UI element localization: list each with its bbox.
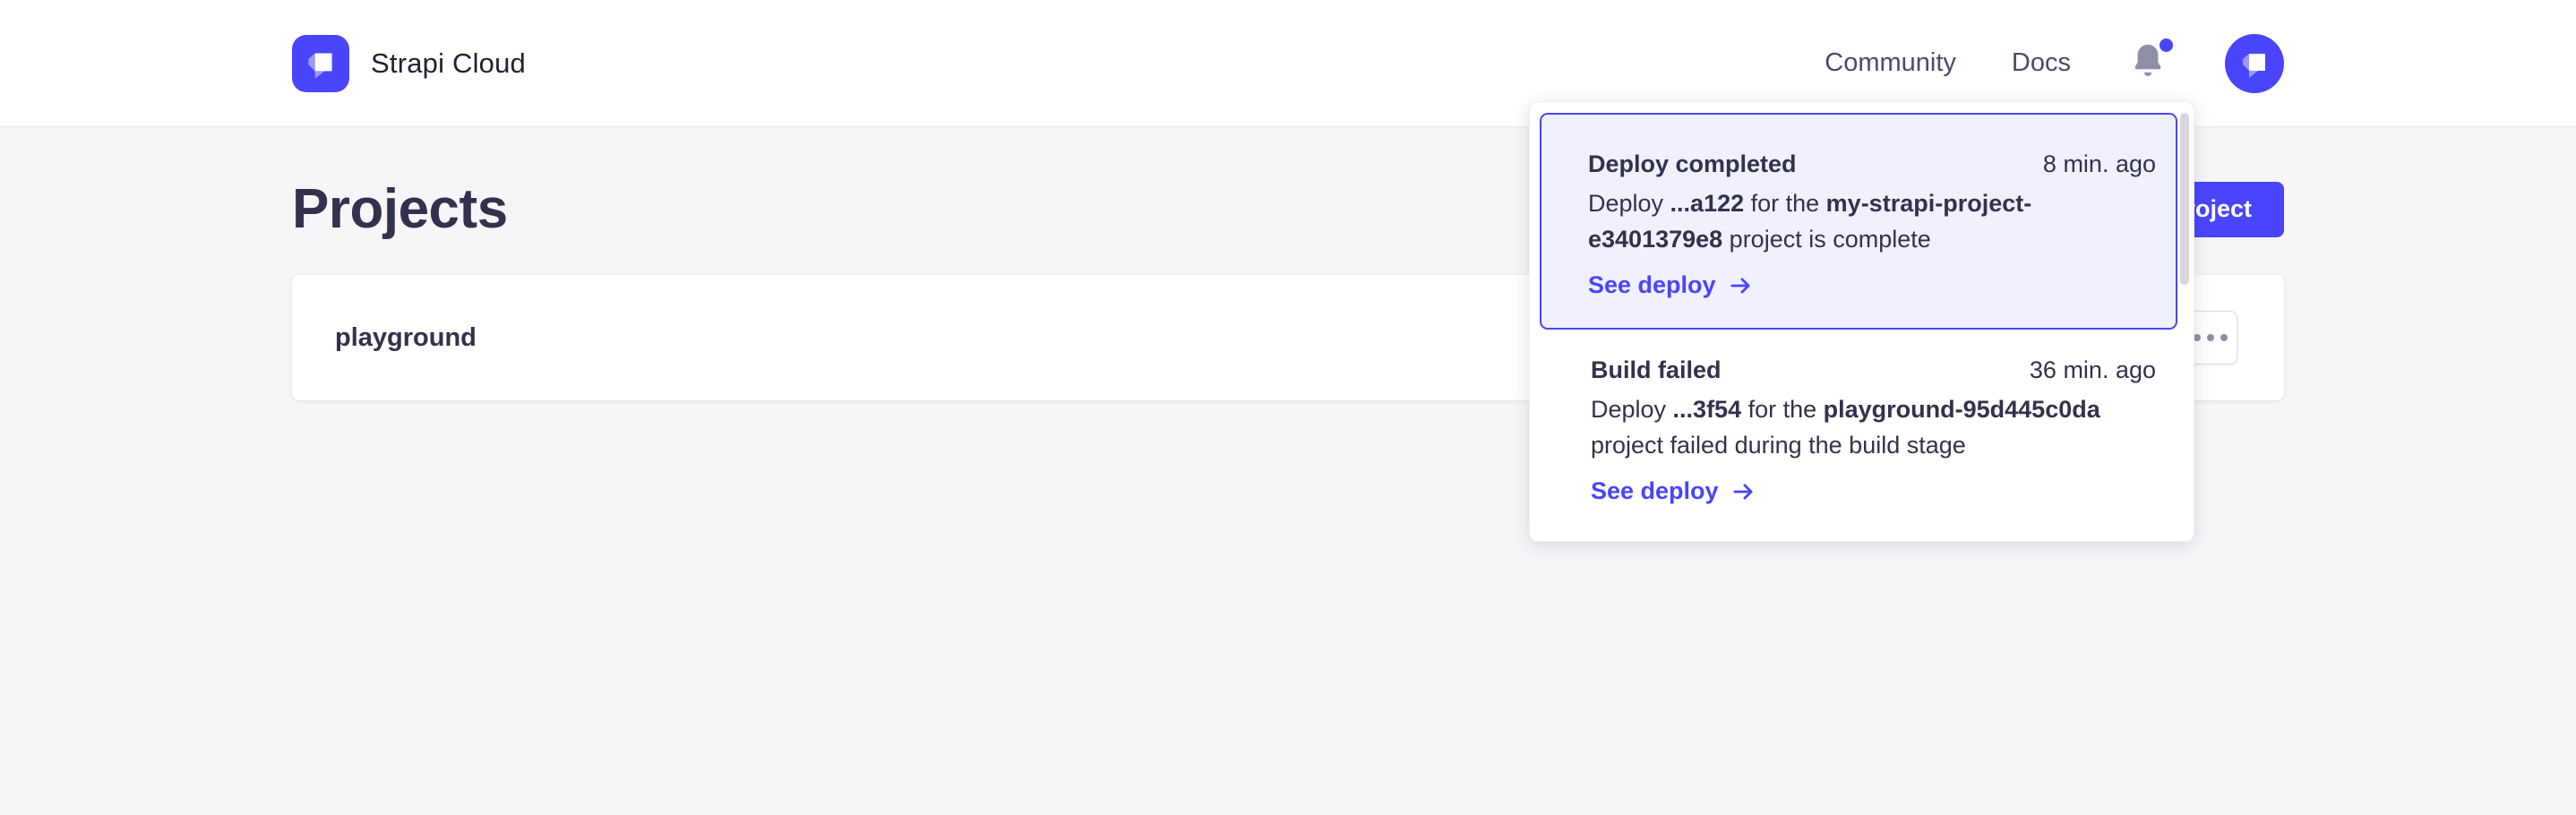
brand-name: Strapi Cloud <box>371 47 526 80</box>
see-deploy-label: See deploy <box>1591 477 1719 505</box>
notification-title: Deploy completed <box>1588 150 1797 178</box>
see-deploy-link[interactable]: See deploy <box>1591 477 1755 505</box>
arrow-right-icon <box>1729 274 1752 297</box>
strapi-avatar-icon <box>2237 46 2272 82</box>
notification-title-row: Build failed 36 min. ago <box>1591 356 2156 384</box>
header-nav: Community Docs <box>1825 34 2284 93</box>
nav-link-docs[interactable]: Docs <box>2012 48 2071 78</box>
project-name: playground <box>335 323 477 353</box>
unread-indicator-dot <box>2160 39 2173 52</box>
notification-timestamp: 36 min. ago <box>2030 356 2156 384</box>
notifications-button[interactable] <box>2126 40 2169 87</box>
strapi-logo-icon <box>292 35 349 92</box>
notification-body: Deploy ...a122 for the my-strapi-project… <box>1588 185 2156 257</box>
page-title: Projects <box>292 177 508 241</box>
notification-body: Deploy ...3f54 for the playground-95d445… <box>1591 391 2156 463</box>
notification-item-deploy-completed[interactable]: Deploy completed 8 min. ago Deploy ...a1… <box>1540 113 2177 330</box>
nav-link-community[interactable]: Community <box>1825 48 1956 78</box>
panel-scrollbar-thumb[interactable] <box>2180 113 2189 285</box>
notifications-panel: Deploy completed 8 min. ago Deploy ...a1… <box>1529 101 2194 542</box>
more-options-icon <box>2194 334 2228 341</box>
see-deploy-label: See deploy <box>1588 271 1716 299</box>
see-deploy-link[interactable]: See deploy <box>1588 271 1752 299</box>
user-avatar[interactable] <box>2225 34 2284 93</box>
notification-title: Build failed <box>1591 356 1722 384</box>
notification-item-build-failed[interactable]: Build failed 36 min. ago Deploy ...3f54 … <box>1530 330 2194 536</box>
arrow-right-icon <box>1731 480 1755 503</box>
notification-title-row: Deploy completed 8 min. ago <box>1588 150 2156 178</box>
brand[interactable]: Strapi Cloud <box>292 35 526 92</box>
notification-timestamp: 8 min. ago <box>2043 150 2156 178</box>
